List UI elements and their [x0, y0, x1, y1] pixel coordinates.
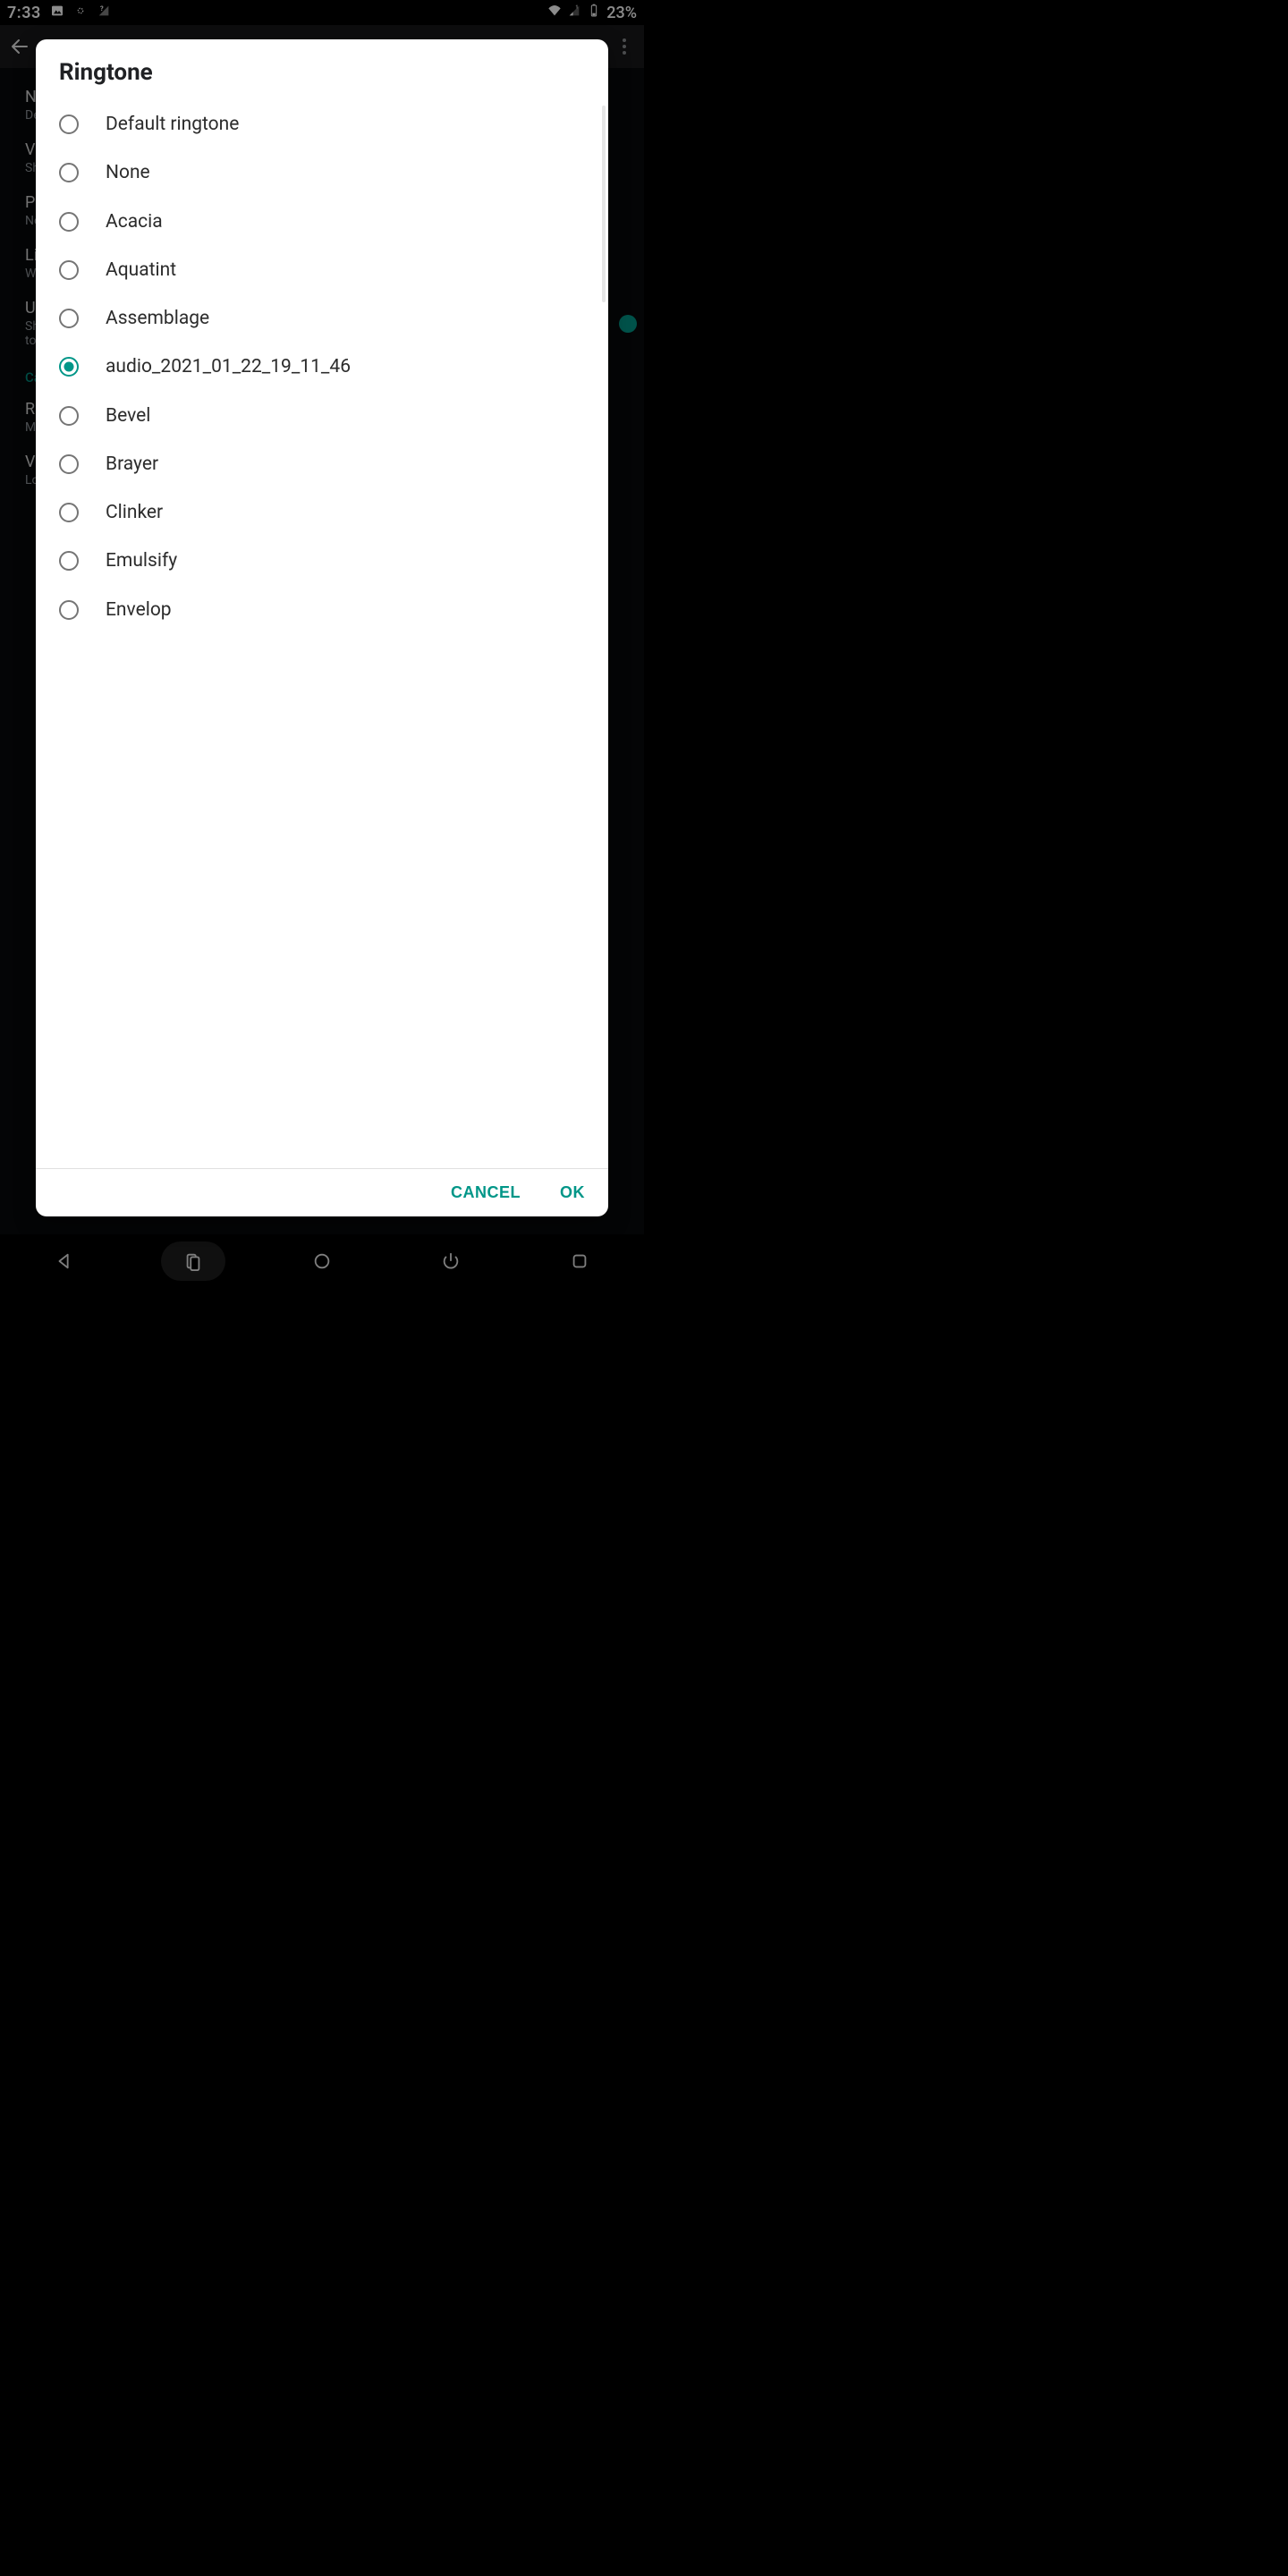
ringtone-option[interactable]: None [36, 148, 608, 197]
ringtone-option[interactable]: Emulsify [36, 537, 608, 585]
ringtone-option-label: Aquatint [106, 258, 176, 282]
radio-icon[interactable] [59, 260, 79, 280]
ringtone-option[interactable]: Bevel [36, 392, 608, 440]
ringtone-option[interactable]: audio_2021_01_22_19_11_46 [36, 343, 608, 391]
cancel-button[interactable]: CANCEL [444, 1178, 528, 1208]
radio-icon[interactable] [59, 163, 79, 182]
radio-icon[interactable] [59, 114, 79, 134]
dialog-title: Ringtone [36, 39, 608, 100]
ringtone-option[interactable]: Acacia [36, 198, 608, 246]
ringtone-option[interactable]: Clinker [36, 488, 608, 537]
ringtone-option[interactable]: Aquatint [36, 246, 608, 294]
radio-icon[interactable] [59, 212, 79, 232]
ringtone-option[interactable]: Assemblage [36, 294, 608, 343]
ringtone-option[interactable]: Envelop [36, 586, 608, 634]
ringtone-option-label: Emulsify [106, 549, 177, 572]
ringtone-option-label: Clinker [106, 501, 163, 524]
ringtone-dialog: Ringtone Default ringtone None Acacia Aquat… [36, 39, 608, 1216]
ringtone-option-label: Envelop [106, 598, 172, 622]
ringtone-options-list[interactable]: Default ringtone None Acacia Aquatint Assemb… [36, 100, 608, 1168]
ringtone-option-label: audio_2021_01_22_19_11_46 [106, 355, 351, 378]
ringtone-option-label: None [106, 161, 150, 184]
ringtone-option-label: Default ringtone [106, 113, 239, 136]
dialog-footer: CANCEL OK [36, 1168, 608, 1216]
radio-icon[interactable] [59, 309, 79, 328]
radio-icon[interactable] [59, 357, 79, 377]
ok-button[interactable]: OK [553, 1178, 592, 1208]
ringtone-option[interactable]: Default ringtone [36, 100, 608, 148]
radio-icon[interactable] [59, 454, 79, 474]
ringtone-option-label: Assemblage [106, 307, 209, 330]
radio-icon[interactable] [59, 600, 79, 620]
ringtone-option-label: Acacia [106, 210, 163, 233]
radio-icon[interactable] [59, 503, 79, 522]
radio-icon[interactable] [59, 551, 79, 571]
ringtone-option-label: Bevel [106, 404, 150, 428]
radio-icon[interactable] [59, 406, 79, 426]
ringtone-option-label: Brayer [106, 453, 158, 476]
ringtone-option[interactable]: Brayer [36, 440, 608, 488]
